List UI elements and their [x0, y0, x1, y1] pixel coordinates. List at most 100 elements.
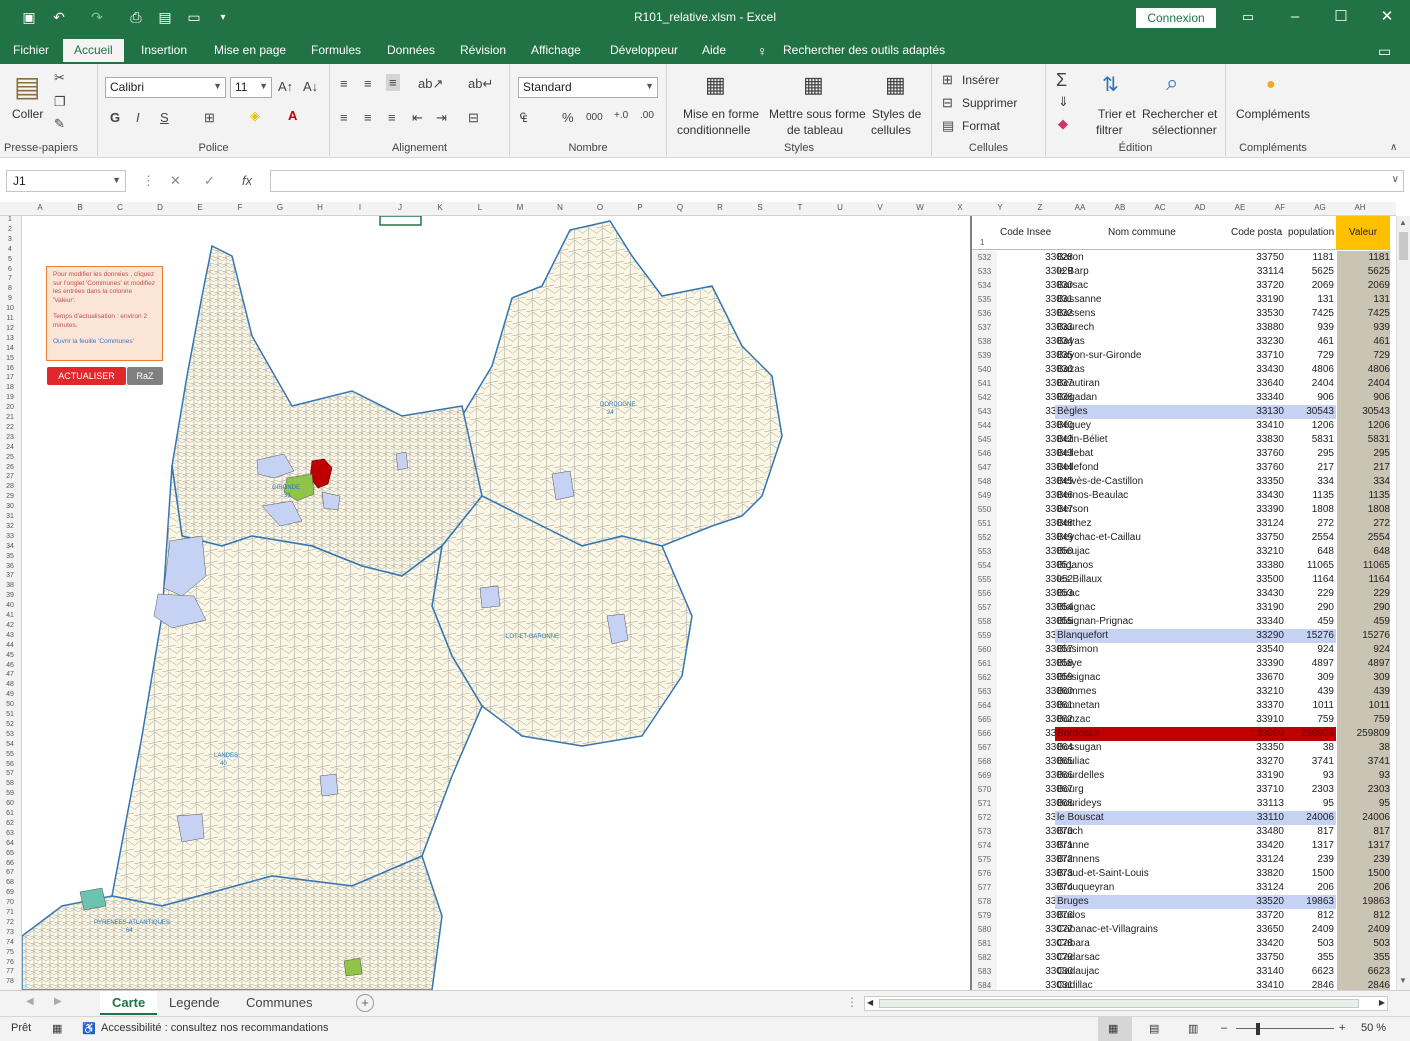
cell-code-postal[interactable]: 33124 [1230, 881, 1286, 895]
table-row[interactable]: 55933056Blanquefort332901527615276 [972, 629, 1390, 643]
cell-population[interactable]: 95 [1286, 797, 1336, 811]
align-center-icon[interactable]: ≡ [364, 110, 372, 125]
cell-nom-commune[interactable]: le Bouscat [1055, 811, 1232, 825]
cell-code-postal[interactable]: 33140 [1230, 965, 1286, 979]
row-number[interactable]: 580 [972, 923, 997, 937]
header-code-insee[interactable]: Code Insee [1000, 227, 1051, 238]
row-header[interactable]: 14 [0, 345, 20, 352]
cell-valeur[interactable]: 2069 [1337, 279, 1390, 293]
fill-icon[interactable]: ⇓ [1058, 94, 1069, 110]
horizontal-scrollbar[interactable]: ◀ ▶ [864, 996, 1388, 1011]
cell-valeur[interactable]: 30543 [1337, 405, 1390, 419]
row-number[interactable]: 572 [972, 811, 997, 825]
table-row[interactable]: 542 33038 Bégadan 33340 906 906 [972, 391, 1390, 405]
cell-code-postal[interactable]: 33190 [1230, 769, 1286, 783]
row-header[interactable]: 70 [0, 899, 20, 906]
currency-icon[interactable]: ₠ [520, 110, 527, 125]
cell-nom-commune[interactable]: Barsac [1055, 279, 1232, 293]
row-header[interactable]: 57 [0, 770, 20, 777]
row-header[interactable]: 28 [0, 483, 20, 490]
italic-button[interactable]: I [136, 110, 140, 125]
row-header[interactable]: 5 [0, 256, 20, 263]
row-number[interactable]: 554 [972, 559, 997, 573]
row-number[interactable]: 577 [972, 881, 997, 895]
cell-nom-commune[interactable]: Bassanne [1055, 293, 1232, 307]
cell-code-postal[interactable]: 33750 [1230, 951, 1286, 965]
cell-nom-commune[interactable]: Bellebat [1055, 447, 1232, 461]
cell-nom-commune[interactable]: Bommes [1055, 685, 1232, 699]
merge-cells-icon[interactable]: ⊟ [468, 110, 479, 126]
row-header[interactable]: 4 [0, 246, 20, 253]
row-number[interactable]: 541 [972, 377, 997, 391]
cell-valeur[interactable]: 2404 [1337, 377, 1390, 391]
decrease-decimal-icon[interactable]: .00 [640, 110, 654, 121]
cell-nom-commune[interactable]: Bellefond [1055, 461, 1232, 475]
add-sheet-button[interactable]: + [356, 994, 374, 1012]
cell-valeur[interactable]: 4897 [1337, 657, 1390, 671]
prev-sheet-icon[interactable]: ◀ [26, 996, 34, 1007]
row-header[interactable]: 34 [0, 543, 20, 550]
row-header[interactable]: 21 [0, 414, 20, 421]
row-header[interactable]: 64 [0, 840, 20, 847]
row-number[interactable]: 538 [972, 335, 997, 349]
header-nom-commune[interactable]: Nom commune [1108, 227, 1176, 238]
cell-valeur[interactable]: 5831 [1337, 433, 1390, 447]
cell-nom-commune[interactable]: Brannens [1055, 853, 1232, 867]
autosum-icon[interactable]: Σ [1056, 70, 1067, 91]
row-number[interactable]: 583 [972, 965, 997, 979]
format-painter-icon[interactable]: ✎ [54, 116, 65, 132]
table-row[interactable]: 535 33031 Bassanne 33190 131 131 [972, 293, 1390, 307]
table-row[interactable]: 547 33044 Bellefond 33760 217 217 [972, 461, 1390, 475]
find-select-label2[interactable]: sélectionner [1152, 122, 1217, 138]
column-header-aa[interactable]: AA [1060, 203, 1100, 212]
cell-valeur[interactable]: 206 [1337, 881, 1390, 895]
cell-population[interactable]: 2069 [1286, 279, 1336, 293]
cell-code-postal[interactable]: 33290 [1230, 629, 1286, 643]
row-header[interactable]: 25 [0, 454, 20, 461]
delete-cells-button[interactable]: Supprimer [962, 95, 1017, 111]
row-header[interactable]: 6 [0, 266, 20, 273]
column-header-g[interactable]: G [260, 203, 300, 212]
cell-valeur[interactable]: 1135 [1337, 489, 1390, 503]
cell-population[interactable]: 1164 [1286, 573, 1336, 587]
row-number[interactable]: 556 [972, 587, 997, 601]
row-header[interactable]: 19 [0, 394, 20, 401]
formula-input[interactable]: ∨ [270, 170, 1404, 192]
cell-valeur[interactable]: 259809 [1337, 727, 1390, 741]
cell-population[interactable]: 239 [1286, 853, 1336, 867]
row-header[interactable]: 32 [0, 523, 20, 530]
table-row[interactable]: 575 33072 Brannens 33124 239 239 [972, 853, 1390, 867]
cell-nom-commune[interactable]: Bayas [1055, 335, 1232, 349]
cell-valeur[interactable]: 812 [1337, 909, 1390, 923]
cell-nom-commune[interactable]: le Barp [1055, 265, 1232, 279]
row-header[interactable]: 37 [0, 572, 20, 579]
format-as-table-icon[interactable]: ▦ [803, 72, 824, 98]
format-cells-button[interactable]: Format [962, 118, 1000, 134]
table-row[interactable]: 580 33077 Cabanac-et-Villagrains 33650 2409 2… [972, 923, 1390, 937]
cell-code-postal[interactable]: 33430 [1230, 489, 1286, 503]
cell-nom-commune[interactable]: Berson [1055, 503, 1232, 517]
cell-nom-commune[interactable]: Bossugan [1055, 741, 1232, 755]
column-header-m[interactable]: M [500, 203, 540, 212]
column-header-b[interactable]: B [60, 203, 100, 212]
table-row[interactable]: 561 33058 Blaye 33390 4897 4897 [972, 657, 1390, 671]
cell-valeur[interactable]: 2409 [1337, 923, 1390, 937]
header-valeur[interactable]: Valeur [1336, 216, 1390, 249]
align-top-icon[interactable]: ≡ [340, 76, 348, 91]
cell-code-postal[interactable]: 33340 [1230, 391, 1286, 405]
row-number[interactable]: 561 [972, 657, 997, 671]
row-number[interactable]: 575 [972, 853, 997, 867]
cell-valeur[interactable]: 1808 [1337, 503, 1390, 517]
tabs-split-handle[interactable]: ⋮ [846, 995, 858, 1009]
cell-valeur[interactable]: 924 [1337, 643, 1390, 657]
row-header[interactable]: 10 [0, 305, 20, 312]
paste-icon[interactable]: ▤ [14, 70, 40, 103]
row-number[interactable]: 573 [972, 825, 997, 839]
column-header-ab[interactable]: AB [1100, 203, 1140, 212]
cell-valeur[interactable]: 2554 [1337, 531, 1390, 545]
font-size-select[interactable]: 11 ▼ [230, 77, 272, 98]
cell-nom-commune[interactable]: Bégadan [1055, 391, 1232, 405]
table-row[interactable]: 568 33065 Bouliac 33270 3741 3741 [972, 755, 1390, 769]
table-row[interactable]: 538 33034 Bayas 33230 461 461 [972, 335, 1390, 349]
table-row[interactable]: 565 33062 Bonzac 33910 759 759 [972, 713, 1390, 727]
